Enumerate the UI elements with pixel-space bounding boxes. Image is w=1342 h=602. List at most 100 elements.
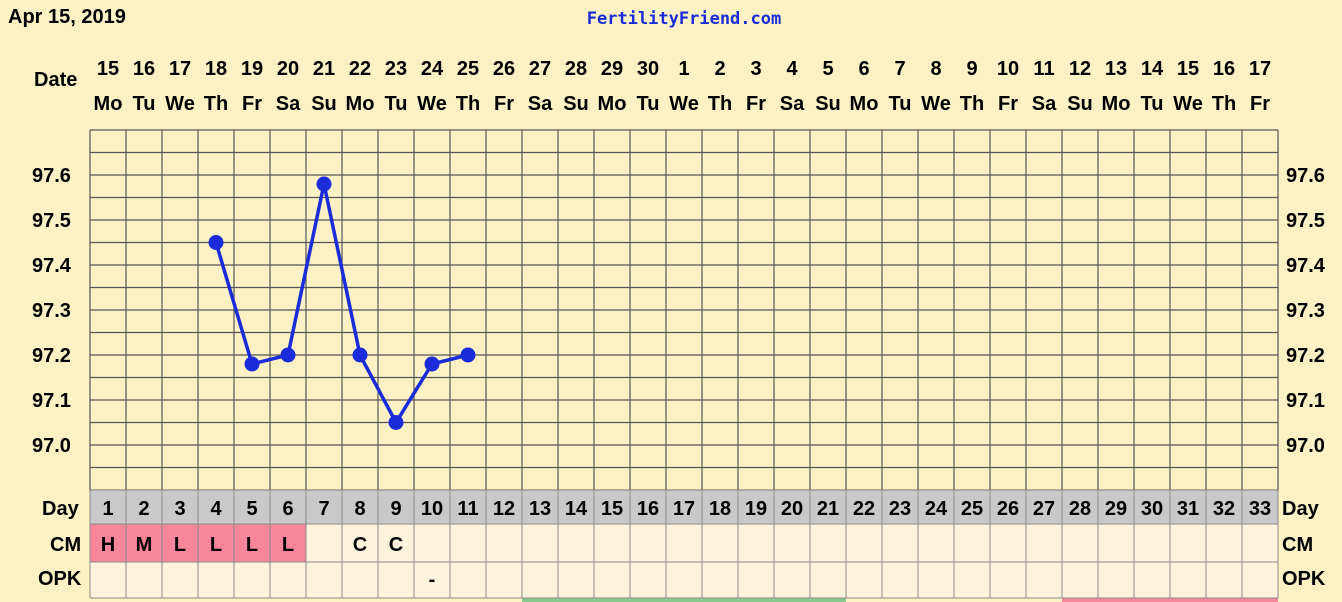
cm-row-label: CM: [50, 534, 81, 556]
y-tick-label-left: 97.3: [32, 300, 71, 322]
date-tick: 21: [313, 58, 335, 80]
date-tick: 23: [385, 58, 407, 80]
temperature-point: [244, 356, 260, 372]
cycle-day-number: 23: [889, 498, 911, 520]
cycle-day-number: 27: [1033, 498, 1055, 520]
y-tick-label-right: 97.1: [1286, 390, 1325, 412]
temperature-point: [280, 347, 296, 363]
date-tick: 12: [1069, 58, 1091, 80]
weekday-tick: Fr: [746, 93, 766, 115]
cycle-day-number: 14: [565, 498, 588, 520]
cm-value: H: [101, 534, 115, 556]
y-tick-label-left: 97.0: [32, 435, 71, 457]
cycle-day-number: 9: [390, 498, 401, 520]
date-tick: 3: [750, 58, 761, 80]
temperature-point: [460, 347, 476, 363]
cycle-day-number: 4: [210, 498, 222, 520]
y-tick-label-left: 97.5: [32, 210, 71, 232]
date-tick: 10: [997, 58, 1019, 80]
cm-value: L: [246, 534, 258, 556]
chart-grid: [89, 129, 1279, 491]
cycle-day-number: 18: [709, 498, 731, 520]
date-tick: 30: [637, 58, 659, 80]
weekday-tick: Fr: [242, 93, 262, 115]
weekday-tick: Fr: [998, 93, 1018, 115]
cycle-day-number: 21: [817, 498, 839, 520]
date-tick: 24: [421, 58, 444, 80]
date-tick: 5: [822, 58, 833, 80]
chart-date: Apr 15, 2019: [8, 6, 126, 28]
cycle-day-number: 12: [493, 498, 515, 520]
cycle-day-number: 25: [961, 498, 983, 520]
y-tick-label-left: 97.1: [32, 390, 71, 412]
weekday-tick: Th: [204, 93, 228, 115]
cycle-day-number: 11: [457, 498, 478, 520]
cm-value: M: [136, 534, 153, 556]
cm-value: L: [174, 534, 186, 556]
date-tick: 16: [1213, 58, 1235, 80]
cycle-day-number: 7: [318, 498, 329, 520]
cycle-day-number: 16: [637, 498, 659, 520]
date-tick: 15: [1177, 58, 1199, 80]
cycle-day-number: 2: [138, 498, 149, 520]
date-tick: 6: [858, 58, 869, 80]
cycle-day-number: 32: [1213, 498, 1235, 520]
weekday-tick: We: [921, 93, 951, 115]
date-tick: 29: [601, 58, 623, 80]
weekday-tick: Su: [311, 93, 337, 115]
temperature-point: [424, 356, 440, 372]
day-row-label: Day: [42, 498, 80, 520]
date-tick: 16: [133, 58, 155, 80]
cycle-day-number: 13: [529, 498, 551, 520]
date-tick: 15: [97, 58, 119, 80]
cycle-day-number: 1: [102, 498, 113, 520]
site-name[interactable]: FertilityFriend.com: [587, 9, 781, 29]
weekday-tick: Fr: [1250, 93, 1270, 115]
date-tick: 28: [565, 58, 587, 80]
date-tick: 1: [678, 58, 689, 80]
cycle-day-number: 22: [853, 498, 875, 520]
weekday-tick: Th: [708, 93, 732, 115]
weekday-tick: Tu: [133, 93, 156, 115]
cycle-day-number: 3: [174, 498, 185, 520]
weekday-tick: Fr: [494, 93, 514, 115]
weekday-tick: Mo: [1102, 93, 1131, 115]
date-tick: 27: [529, 58, 551, 80]
weekday-tick: Tu: [889, 93, 912, 115]
y-tick-label-right: 97.4: [1286, 255, 1326, 277]
weekday-tick: Th: [456, 93, 480, 115]
weekday-tick: We: [669, 93, 699, 115]
weekday-tick: Sa: [1032, 93, 1057, 115]
date-tick: 17: [1249, 58, 1271, 80]
temperature-point: [316, 176, 332, 192]
phase-band: [1062, 598, 1278, 602]
date-tick: 4: [786, 58, 798, 80]
day-row-label-right: Day: [1282, 498, 1320, 520]
cycle-day-number: 30: [1141, 498, 1163, 520]
y-tick-label-right: 97.2: [1286, 345, 1325, 367]
date-tick: 2: [714, 58, 725, 80]
date-tick: 18: [205, 58, 227, 80]
weekday-tick: We: [417, 93, 447, 115]
cycle-day-number: 26: [997, 498, 1019, 520]
fertility-chart: Apr 15, 2019 FertilityFriend.com Date 15…: [8, 6, 1326, 602]
weekday-tick: Mo: [346, 93, 375, 115]
y-tick-label-left: 97.2: [32, 345, 71, 367]
date-row-label: Date: [34, 69, 77, 91]
date-tick: 11: [1033, 58, 1054, 80]
cm-row-label-right: CM: [1282, 534, 1313, 556]
y-axis-ticks: 97.0 97.0 97.1 97.1 97.2 97.2 97.3 97.3 97.4 97.4…: [32, 165, 1326, 457]
weekday-tick: We: [1173, 93, 1203, 115]
opk-row-label: OPK: [38, 568, 82, 590]
date-tick: 13: [1105, 58, 1127, 80]
y-tick-label-right: 97.6: [1286, 165, 1325, 187]
weekday-tick: Mo: [850, 93, 879, 115]
data-rows: 1 2 3 4 5 6 7 8 9 10 11 12 13 14 15 16 17 18 19 20 21 22 23 24 2…: [89, 489, 1279, 602]
cycle-day-number: 15: [601, 498, 623, 520]
date-tick: 19: [241, 58, 263, 80]
weekday-tick: Sa: [528, 93, 553, 115]
y-tick-label-right: 97.0: [1286, 435, 1325, 457]
cycle-day-number: 29: [1105, 498, 1127, 520]
weekday-tick: Tu: [637, 93, 660, 115]
cm-value: C: [353, 534, 367, 556]
